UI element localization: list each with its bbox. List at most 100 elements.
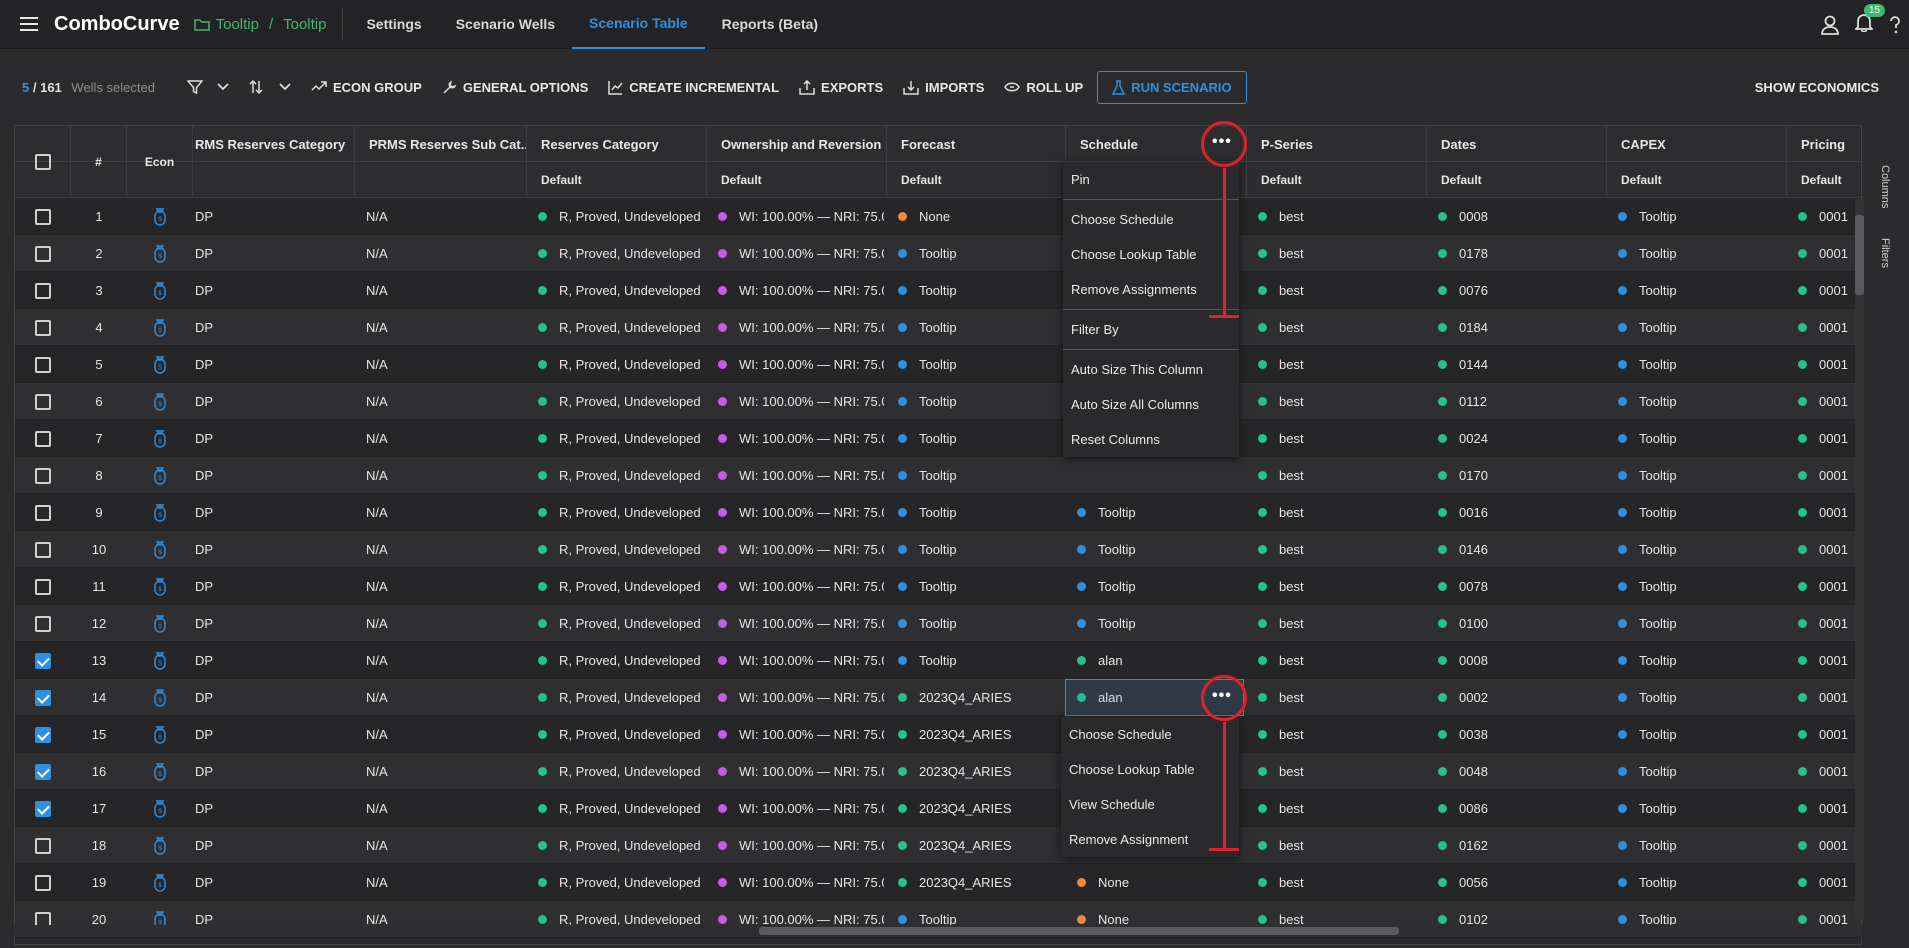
forecast-cell[interactable]: 2023Q4_ARIES xyxy=(898,716,1063,753)
schedule-cell[interactable]: Tooltip xyxy=(1077,605,1244,642)
pricing-cell[interactable]: 0001 xyxy=(1798,864,1861,901)
pseries-cell[interactable]: best xyxy=(1258,827,1424,864)
reserves-cell[interactable]: R, Proved, Undeveloped xyxy=(538,679,704,716)
econ-cell[interactable]: $ xyxy=(127,457,193,494)
dates-cell[interactable]: 0100 xyxy=(1438,605,1604,642)
schedule-cell[interactable]: Tooltip xyxy=(1077,531,1244,568)
rms-cell[interactable]: DP xyxy=(195,753,342,790)
menu-icon[interactable] xyxy=(20,17,38,31)
prms-cell[interactable]: N/A xyxy=(366,568,524,605)
pricing-cell[interactable]: 0001 xyxy=(1798,346,1861,383)
capex-cell[interactable]: Tooltip xyxy=(1618,235,1784,272)
pricing-cell[interactable]: 0001 xyxy=(1798,790,1861,827)
pseries-cell[interactable]: best xyxy=(1258,753,1424,790)
table-row[interactable]: 1 $ DP N/A R, Proved, Undeveloped WI: 100.00%… xyxy=(15,198,1861,235)
forecast-cell[interactable]: Tooltip xyxy=(898,235,1063,272)
pseries-cell[interactable]: best xyxy=(1258,679,1424,716)
pseries-cell[interactable]: best xyxy=(1258,531,1424,568)
menu-choose-schedule[interactable]: Choose Schedule xyxy=(1063,202,1239,237)
row-checkbox[interactable] xyxy=(35,319,51,336)
dates-cell[interactable]: 0002 xyxy=(1438,679,1604,716)
row-checkbox[interactable] xyxy=(35,800,51,817)
prms-cell[interactable]: N/A xyxy=(366,605,524,642)
table-row[interactable]: 7 $ DP N/A R, Proved, Undeveloped WI: 100.00%… xyxy=(15,420,1861,457)
econ-group-button[interactable]: ECON GROUP xyxy=(311,80,422,95)
schedule-cell[interactable]: Tooltip xyxy=(1077,494,1244,531)
dates-cell[interactable]: 0078 xyxy=(1438,568,1604,605)
forecast-cell[interactable]: Tooltip xyxy=(898,568,1063,605)
row-checkbox[interactable] xyxy=(35,393,51,410)
ownership-cell[interactable]: WI: 100.00% — NRI: 75.00 xyxy=(718,827,884,864)
row-checkbox[interactable] xyxy=(35,467,51,484)
dates-cell[interactable]: 0144 xyxy=(1438,346,1604,383)
capex-cell[interactable]: Tooltip xyxy=(1618,198,1784,235)
prms-cell[interactable]: N/A xyxy=(366,827,524,864)
capex-cell[interactable]: Tooltip xyxy=(1618,679,1784,716)
ownership-cell[interactable]: WI: 100.00% — NRI: 75.00 xyxy=(718,642,884,679)
row-select-cell[interactable] xyxy=(15,605,71,642)
menu-view-schedule[interactable]: View Schedule xyxy=(1061,787,1239,822)
capex-cell[interactable]: Tooltip xyxy=(1618,568,1784,605)
capex-cell[interactable]: Tooltip xyxy=(1618,494,1784,531)
row-select-cell[interactable] xyxy=(15,272,71,309)
ownership-cell[interactable]: WI: 100.00% — NRI: 75.00 xyxy=(718,272,884,309)
row-checkbox[interactable] xyxy=(35,615,51,632)
reserves-cell[interactable]: R, Proved, Undeveloped xyxy=(538,309,704,346)
column-filter[interactable]: Default xyxy=(706,162,886,198)
pseries-cell[interactable]: best xyxy=(1258,309,1424,346)
econ-cell[interactable]: $ xyxy=(127,827,193,864)
pseries-cell[interactable]: best xyxy=(1258,790,1424,827)
row-select-cell[interactable] xyxy=(15,753,71,790)
table-row[interactable]: 18 $ DP N/A R, Proved, Undeveloped WI: 100.00… xyxy=(15,827,1861,864)
dates-cell[interactable]: 0048 xyxy=(1438,753,1604,790)
menu-pin[interactable]: Pin xyxy=(1063,162,1239,197)
column-filter[interactable]: Default xyxy=(526,162,706,198)
capex-cell[interactable]: Tooltip xyxy=(1618,309,1784,346)
reserves-cell[interactable]: R, Proved, Undeveloped xyxy=(538,457,704,494)
row-checkbox[interactable] xyxy=(35,763,51,780)
row-checkbox[interactable] xyxy=(35,541,51,558)
column-filter[interactable]: Default xyxy=(1786,162,1861,198)
dates-cell[interactable]: 0016 xyxy=(1438,494,1604,531)
table-row[interactable]: 4 $ DP N/A R, Proved, Undeveloped WI: 100.00%… xyxy=(15,309,1861,346)
ownership-cell[interactable]: WI: 100.00% — NRI: 75.00 xyxy=(718,864,884,901)
column-header[interactable]: PRMS Reserves Sub Cat... xyxy=(354,126,526,162)
ownership-cell[interactable]: WI: 100.00% — NRI: 75.00 xyxy=(718,494,884,531)
table-row[interactable]: 17 $ DP N/A R, Proved, Undeveloped WI: 100.00… xyxy=(15,790,1861,827)
tab-settings[interactable]: Settings xyxy=(349,0,438,49)
breadcrumb-project[interactable]: Tooltip xyxy=(216,16,259,33)
general-options-button[interactable]: GENERAL OPTIONS xyxy=(442,80,588,95)
econ-cell[interactable]: $ xyxy=(127,198,193,235)
filter-button[interactable] xyxy=(186,79,229,95)
row-select-cell[interactable] xyxy=(15,679,71,716)
forecast-cell[interactable]: Tooltip xyxy=(898,494,1063,531)
econ-cell[interactable]: $ xyxy=(127,790,193,827)
column-filter[interactable] xyxy=(193,162,354,198)
horizontal-scroll-thumb[interactable] xyxy=(759,927,1399,935)
table-row[interactable]: 13 $ DP N/A R, Proved, Undeveloped WI: 100.00… xyxy=(15,642,1861,679)
capex-cell[interactable]: Tooltip xyxy=(1618,272,1784,309)
table-row[interactable]: 2 $ DP N/A R, Proved, Undeveloped WI: 100.00%… xyxy=(15,235,1861,272)
pricing-cell[interactable]: 0001 xyxy=(1798,383,1861,420)
prms-cell[interactable]: N/A xyxy=(366,864,524,901)
tab-reports[interactable]: Reports (Beta) xyxy=(705,0,835,49)
notifications[interactable]: 15 xyxy=(1853,4,1886,37)
forecast-cell[interactable]: Tooltip xyxy=(898,309,1063,346)
rms-cell[interactable]: DP xyxy=(195,457,342,494)
filters-tab[interactable]: Filters xyxy=(1879,238,1891,268)
schedule-cell[interactable]: None xyxy=(1077,864,1244,901)
pseries-cell[interactable]: best xyxy=(1258,420,1424,457)
ownership-cell[interactable]: WI: 100.00% — NRI: 75.00 xyxy=(718,383,884,420)
pricing-cell[interactable]: 0001 xyxy=(1798,235,1861,272)
reserves-cell[interactable]: R, Proved, Undeveloped xyxy=(538,642,704,679)
capex-cell[interactable]: Tooltip xyxy=(1618,753,1784,790)
horizontal-scrollbar[interactable] xyxy=(14,925,1862,937)
econ-cell[interactable]: $ xyxy=(127,309,193,346)
econ-cell[interactable]: $ xyxy=(127,568,193,605)
pricing-cell[interactable]: 0001 xyxy=(1798,605,1861,642)
column-header[interactable]: Reserves Category xyxy=(526,126,706,162)
rms-cell[interactable]: DP xyxy=(195,420,342,457)
prms-cell[interactable]: N/A xyxy=(366,383,524,420)
ownership-cell[interactable]: WI: 100.00% — NRI: 75.00 xyxy=(718,531,884,568)
pricing-cell[interactable]: 0001 xyxy=(1798,827,1861,864)
